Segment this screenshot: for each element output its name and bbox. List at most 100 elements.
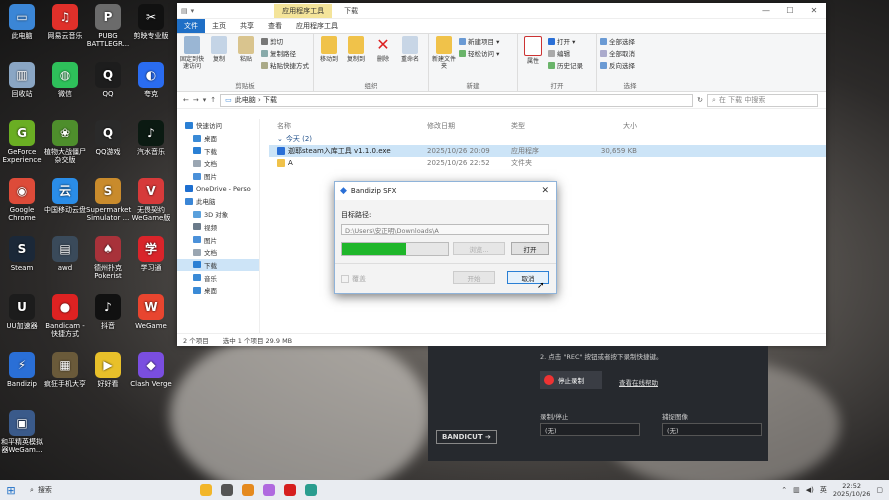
desktop-icon[interactable]: P PUBG BATTLEGR... — [86, 4, 130, 48]
refresh-icon[interactable]: ↻ — [697, 96, 703, 104]
desktop-icon[interactable]: Q QQ — [86, 62, 130, 98]
new-folder-button[interactable]: 新建文件夹 — [432, 36, 456, 70]
desktop-icon[interactable]: S Steam — [0, 236, 44, 272]
desktop-icon[interactable]: ♫ 网易云音乐 — [43, 4, 87, 40]
clock[interactable]: 22:52 2025/10/26 — [833, 482, 870, 498]
chevron-up-icon[interactable]: ⌃ — [781, 486, 787, 494]
properties-button[interactable]: 属性 — [521, 36, 545, 65]
maximize-button[interactable]: ☐ — [778, 6, 802, 15]
desktop-icon[interactable]: ✂ 剪映专业版 — [129, 4, 173, 40]
taskbar-app-icon[interactable] — [242, 484, 254, 496]
close-icon[interactable]: ✕ — [541, 186, 549, 196]
invert-selection-button[interactable]: 反向选择 — [600, 60, 635, 70]
back-icon[interactable]: ← — [183, 96, 189, 104]
taskbar-app-icon[interactable] — [200, 484, 212, 496]
column-date[interactable]: 修改日期 — [427, 121, 511, 131]
input-language[interactable]: 英 — [820, 485, 827, 495]
desktop-icon[interactable]: 学学习通 — [129, 236, 173, 272]
taskbar-search[interactable]: ⌕ 搜索 — [22, 482, 170, 498]
desktop-icon[interactable]: ▣ 和平精英模拟器WeGam... — [0, 410, 44, 454]
desktop-icon[interactable]: ♪ 汽水音乐 — [129, 120, 173, 156]
new-item-button[interactable]: 新建项目 ▾ — [459, 36, 499, 46]
desktop-icon[interactable]: ◐ 夸克 — [129, 62, 173, 98]
desktop-icon[interactable]: 云中国移动云盘 — [43, 178, 87, 214]
start-button[interactable]: 开始 — [453, 271, 495, 284]
close-button[interactable]: ✕ — [802, 6, 826, 15]
move-to-button[interactable]: 移动到 — [317, 36, 341, 63]
file-row[interactable]: 迦耶steam入库工具 v1.1.0.exe 2025/10/26 20:09 应用… — [269, 145, 826, 157]
target-path-field[interactable]: D:\Users\安正明\Downloads\A — [341, 224, 549, 235]
nav-item[interactable]: 图片 — [177, 233, 259, 246]
nav-item[interactable]: 桌面 — [177, 132, 259, 145]
tab-file[interactable]: 文件 — [177, 19, 205, 33]
history-button[interactable]: 历史记录 — [548, 60, 583, 70]
column-type[interactable]: 类型 — [511, 121, 581, 131]
overwrite-checkbox[interactable]: 覆盖 — [341, 274, 366, 284]
easy-access-button[interactable]: 轻松访问 ▾ — [459, 48, 499, 58]
desktop-icon[interactable]: ⚡ Bandizip — [0, 352, 44, 388]
volume-icon[interactable]: ◀) — [806, 486, 814, 494]
desktop-icon[interactable]: ❀ 植物大战僵尸杂交版 — [43, 120, 87, 164]
record-hotkey-field[interactable]: (无) — [540, 423, 640, 436]
open-button[interactable]: 打开 — [511, 242, 549, 255]
nav-item[interactable]: OneDrive - Perso — [177, 182, 259, 195]
taskbar-app-icon[interactable] — [284, 484, 296, 496]
capture-hotkey-field[interactable]: (无) — [662, 423, 762, 436]
tab-app-tools[interactable]: 应用程序工具 — [289, 19, 345, 33]
taskbar-app-icon[interactable] — [305, 484, 317, 496]
nav-item[interactable]: 快速访问 — [177, 119, 259, 132]
online-help-link[interactable]: 查看在线帮助 — [619, 377, 658, 387]
address-bar[interactable]: ▭ 此电脑 › 下载 — [220, 93, 694, 107]
start-button[interactable]: ⊞ — [0, 484, 22, 497]
nav-item[interactable]: 图片 — [177, 170, 259, 183]
paste-shortcut-button[interactable]: 粘贴快捷方式 — [261, 60, 309, 70]
search-input[interactable]: ⌕ 在 下载 中搜索 — [707, 93, 818, 107]
desktop-icon[interactable]: ● Bandicam - 快捷方式 — [43, 294, 87, 338]
nav-item[interactable]: 下载 — [177, 144, 259, 157]
tab-view[interactable]: 查看 — [261, 19, 289, 33]
browse-button[interactable]: 浏览... — [453, 242, 505, 255]
tab-share[interactable]: 共享 — [233, 19, 261, 33]
desktop-icon[interactable]: ▦ 疯狂手机大亨 — [43, 352, 87, 388]
group-header[interactable]: ⌄ 今天 (2) — [269, 133, 826, 145]
open-button[interactable]: 打开 ▾ — [548, 36, 583, 46]
desktop-icon[interactable]: U UU加速器 — [0, 294, 44, 330]
nav-item[interactable]: 3D 对象 — [177, 208, 259, 221]
chevron-down-icon[interactable]: ▾ — [203, 96, 207, 104]
select-none-button[interactable]: 全部取消 — [600, 48, 635, 58]
pin-quick-access-button[interactable]: 固定到快速访问 — [180, 36, 204, 70]
minimize-button[interactable]: — — [754, 6, 778, 15]
stop-recording-button[interactable]: 停止录制 — [540, 371, 602, 389]
desktop-icon[interactable]: ♠ 德州扑克 Pokerist — [86, 236, 130, 280]
desktop-icon[interactable]: V 无畏契约 WeGame版 — [129, 178, 173, 222]
edit-button[interactable]: 编辑 — [548, 48, 583, 58]
delete-button[interactable]: ✕ 删除 — [371, 36, 395, 64]
taskbar-app-icon[interactable] — [221, 484, 233, 496]
nav-item[interactable]: 音乐 — [177, 271, 259, 284]
forward-icon[interactable]: → — [193, 96, 199, 104]
up-icon[interactable]: ↑ — [210, 96, 216, 104]
desktop-icon[interactable]: ◉ Google Chrome — [0, 178, 44, 222]
column-size[interactable]: 大小 — [581, 121, 637, 131]
desktop-icon[interactable]: ◆ Clash Verge — [129, 352, 173, 388]
desktop-icon[interactable]: ▤ awd — [43, 236, 87, 272]
rename-button[interactable]: 重命名 — [398, 36, 422, 63]
desktop-icon[interactable]: Q QQ游戏 — [86, 120, 130, 156]
copy-to-button[interactable]: 复制到 — [344, 36, 368, 63]
copy-path-button[interactable]: 复制路径 — [261, 48, 309, 58]
nav-item[interactable]: 桌面 — [177, 284, 259, 297]
nav-item[interactable]: 文档 — [177, 246, 259, 259]
notification-icon[interactable]: ▢ — [876, 486, 883, 494]
desktop-icon[interactable]: ▥ 回收站 — [0, 62, 44, 98]
network-icon[interactable]: ▥ — [793, 486, 800, 494]
desktop-icon[interactable]: ▶ 好好看 — [86, 352, 130, 388]
desktop-icon[interactable]: ♪ 抖音 — [86, 294, 130, 330]
column-name[interactable]: 名称 — [269, 121, 427, 131]
paste-button[interactable]: 粘贴 — [234, 36, 258, 63]
desktop-icon[interactable]: S Supermarket Simulator ... — [86, 178, 131, 222]
desktop-icon[interactable]: G GeForce Experience — [0, 120, 44, 164]
cut-button[interactable]: 剪切 — [261, 36, 309, 46]
taskbar-app-icon[interactable] — [263, 484, 275, 496]
desktop-icon[interactable]: ▭ 此电脑 — [0, 4, 44, 40]
quick-access-toolbar[interactable]: ▤ ▾ — [177, 7, 194, 15]
